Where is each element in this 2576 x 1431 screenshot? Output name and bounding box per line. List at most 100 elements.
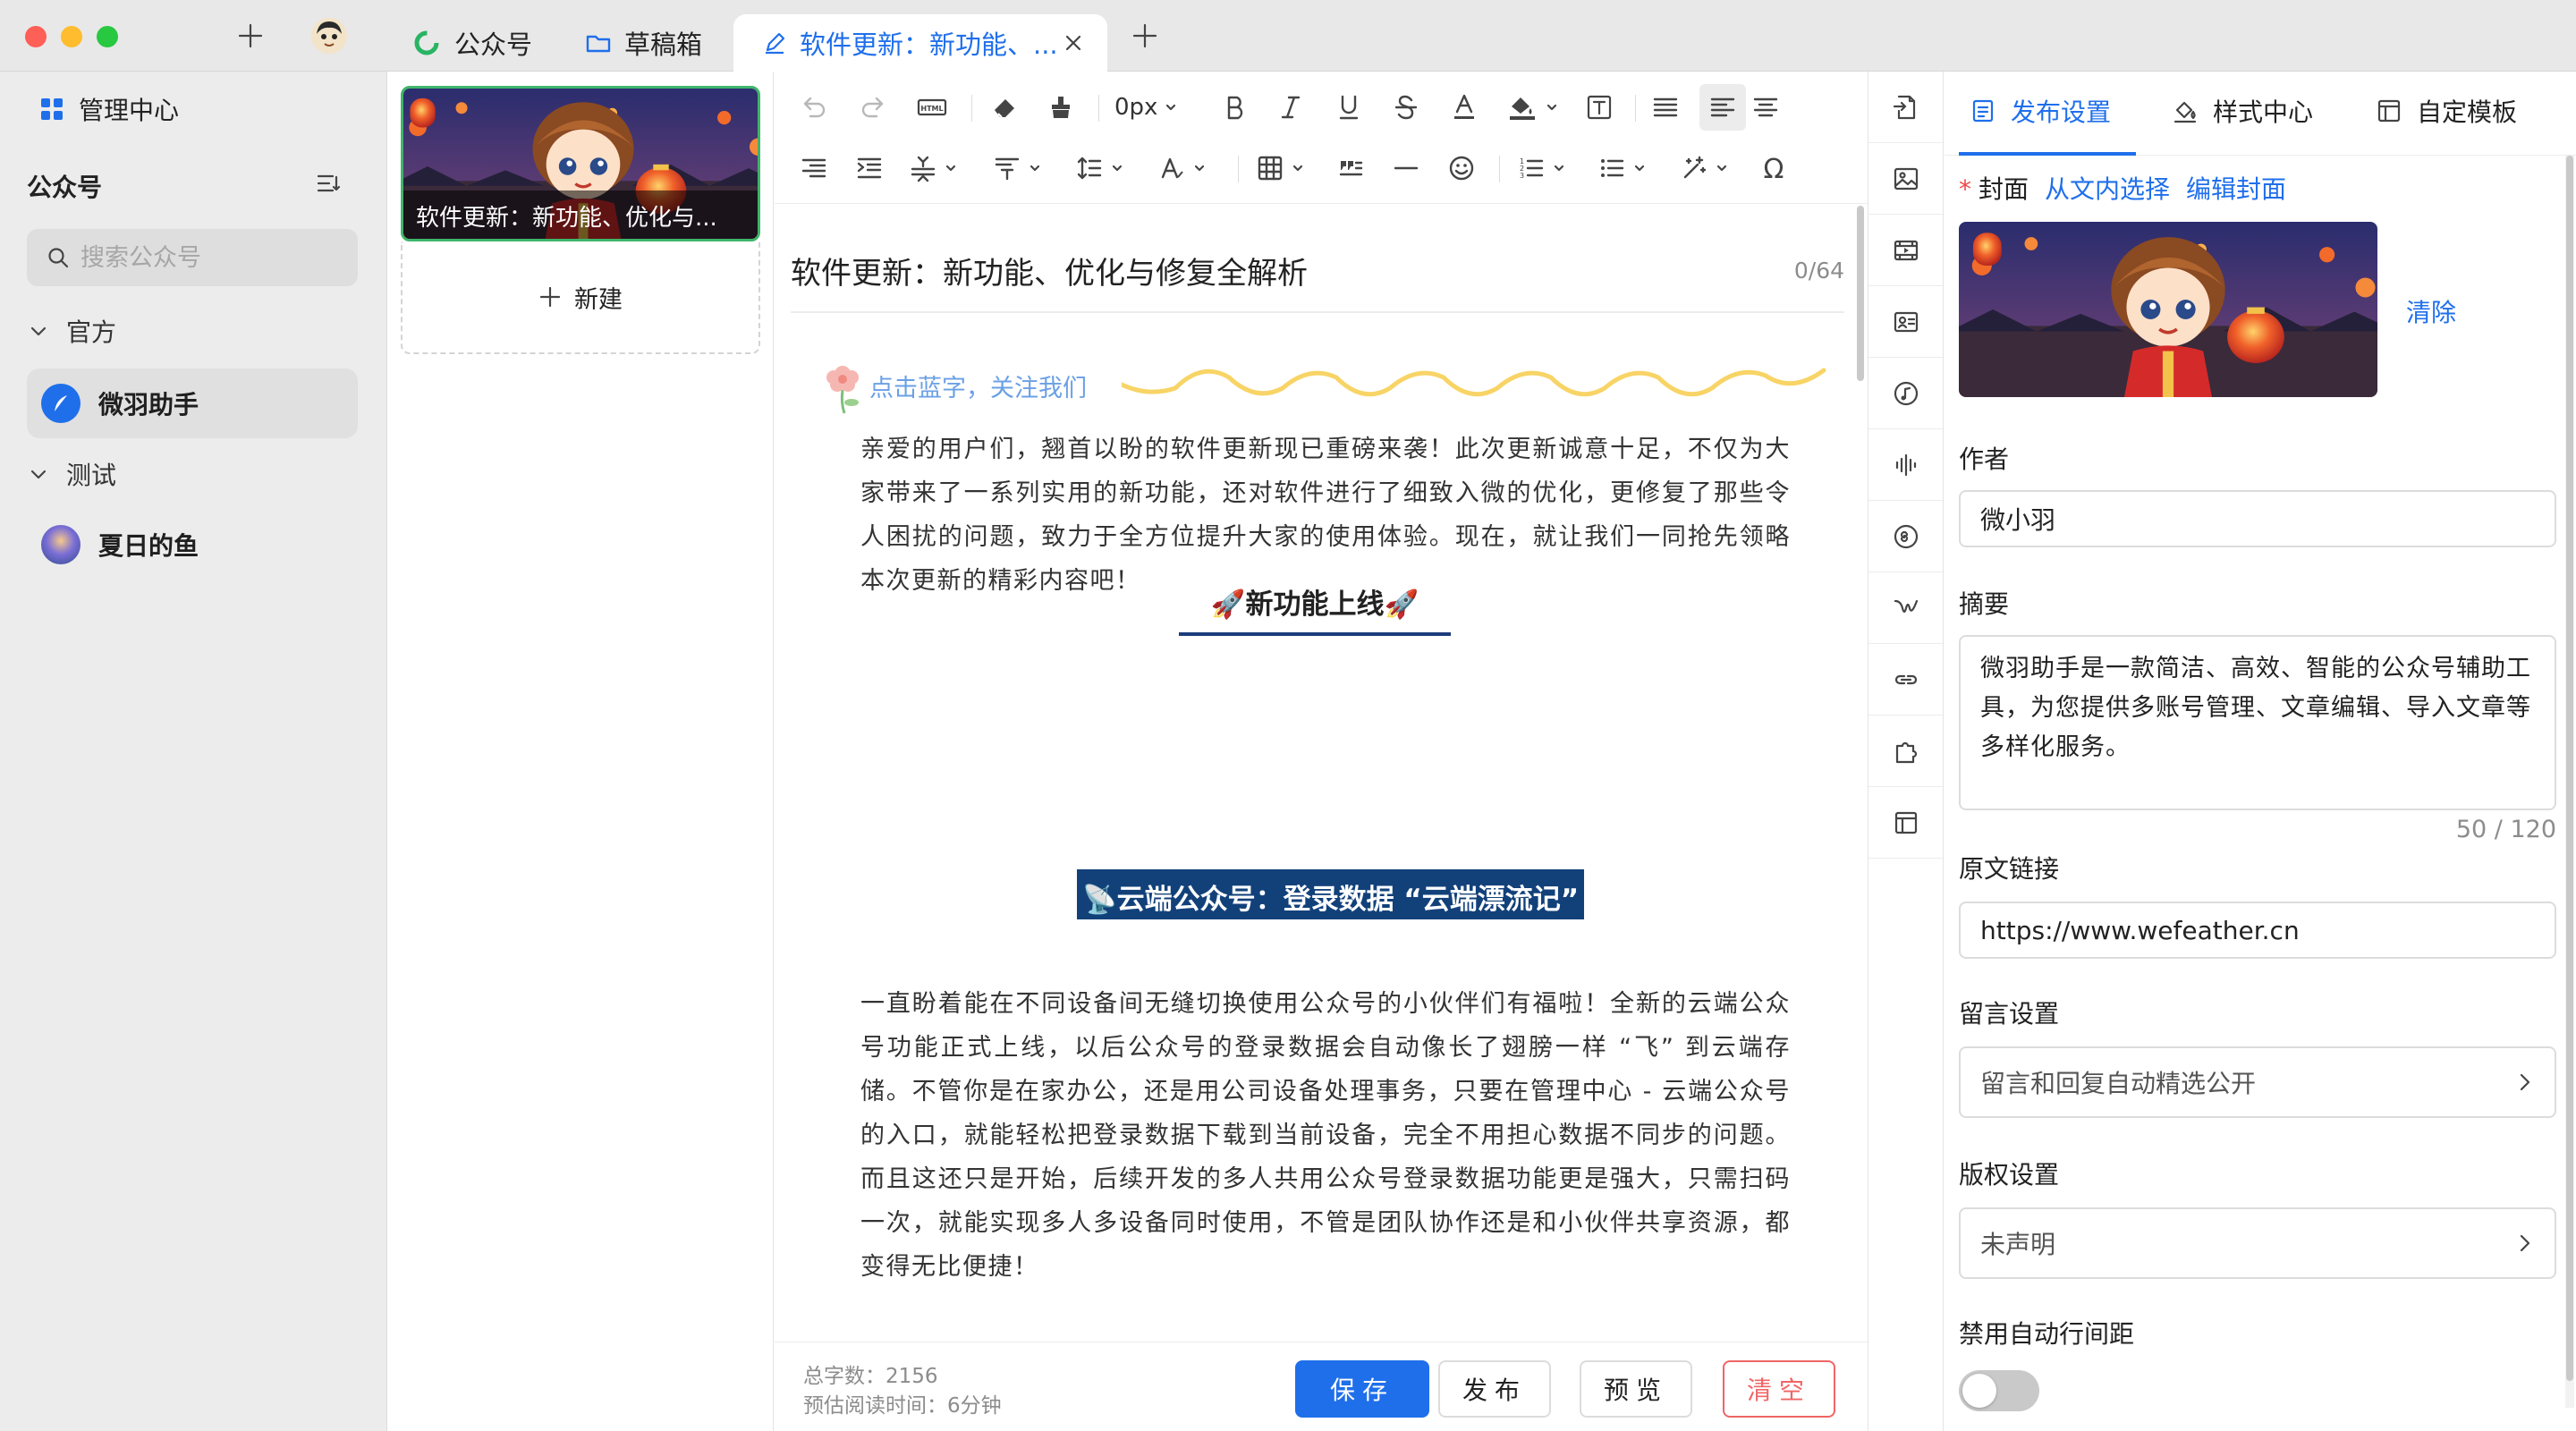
group-official[interactable]: 官方: [29, 313, 116, 349]
follow-text: 点击蓝字，关注我们: [869, 375, 1087, 402]
disable-line-height-toggle[interactable]: [1959, 1370, 2039, 1411]
publish-button[interactable]: 发布: [1438, 1360, 1551, 1418]
intro-paragraph: 亲爱的用户们，翘首以盼的软件更新现已重磅来袭！此次更新诚意十足，不仅为大家带来了…: [860, 436, 1791, 595]
window-maximize-button[interactable]: [97, 26, 118, 47]
wechat-icon: [411, 28, 442, 58]
font-color-icon[interactable]: [1451, 89, 1478, 125]
card-icon[interactable]: [1868, 286, 1943, 358]
account-name: 夏日的鱼: [98, 531, 199, 561]
sub-heading: 📡云端公众号：登录数据 “云端漂流记”: [1077, 869, 1585, 919]
line-height-icon[interactable]: [1075, 150, 1123, 186]
source-url-input[interactable]: [1959, 902, 2556, 959]
select-from-text-link[interactable]: 从文内选择: [2045, 174, 2170, 204]
redo-icon[interactable]: [859, 89, 887, 125]
align-center-icon[interactable]: [1751, 89, 1780, 125]
preview-button[interactable]: 预览: [1580, 1360, 1692, 1418]
image-icon[interactable]: [1868, 143, 1943, 215]
author-input[interactable]: [1959, 490, 2556, 547]
account-item[interactable]: 微羽助手: [27, 368, 358, 438]
tab-gzh[interactable]: 公众号: [411, 14, 532, 72]
follow-banner: 点击蓝字，关注我们: [818, 349, 1828, 420]
chevron-down-icon: [29, 464, 48, 484]
tab-label: 自定模板: [2417, 97, 2518, 127]
source-url-label: 原文链接: [1959, 854, 2060, 884]
highlight-icon[interactable]: [1506, 89, 1558, 125]
special-char-icon[interactable]: Ω: [1758, 150, 1789, 186]
account-avatar: [41, 525, 80, 564]
unordered-list-icon[interactable]: [1597, 150, 1646, 186]
settings-panel: 发布设置 样式中心 自定模板 *封面从文内选择编辑封面 清除 作者 摘要 微羽助…: [1945, 72, 2576, 1431]
underline-icon[interactable]: [1335, 89, 1363, 125]
bold-icon[interactable]: [1222, 89, 1249, 125]
letter-spacing-icon[interactable]: [909, 150, 957, 186]
tab-article-editor[interactable]: 软件更新：新功能、...: [733, 14, 1107, 72]
strikethrough-icon[interactable]: [1392, 89, 1420, 125]
new-tab-icon[interactable]: [1129, 20, 1161, 52]
new-article-button[interactable]: 新建: [401, 241, 760, 354]
window-minimize-button[interactable]: [61, 26, 82, 47]
article-card[interactable]: 软件更新：新功能、优化与...: [401, 86, 760, 241]
wave-decoration-icon: [1122, 358, 1828, 411]
article-title-input[interactable]: [791, 241, 1685, 299]
search-input[interactable]: [80, 243, 349, 272]
insert-icon-column: [1868, 72, 1944, 1431]
import-icon[interactable]: [1868, 72, 1943, 143]
save-button[interactable]: 保存: [1295, 1360, 1429, 1418]
tab-custom-template[interactable]: 自定模板: [2376, 93, 2517, 129]
close-icon[interactable]: [1061, 30, 1086, 55]
account-item[interactable]: 夏日的鱼: [27, 510, 358, 580]
sort-icon[interactable]: [315, 170, 342, 197]
article-content[interactable]: 点击蓝字，关注我们 亲爱的用户们，翘首以盼的软件更新现已重磅来袭！此次更新诚意十…: [818, 349, 1828, 1404]
undo-icon[interactable]: [800, 89, 828, 125]
horizontal-rule-icon[interactable]: [1392, 150, 1420, 186]
template-icon[interactable]: [1868, 787, 1943, 859]
cover-image[interactable]: [1959, 222, 2377, 397]
weapp-icon[interactable]: [1868, 572, 1943, 644]
clear-button[interactable]: 清空: [1723, 1360, 1835, 1418]
clear-cover-link[interactable]: 清除: [2406, 293, 2456, 329]
comment-settings-select[interactable]: 留言和回复自动精选公开: [1959, 1046, 2556, 1118]
textbox-icon[interactable]: [1585, 89, 1614, 125]
audio-icon[interactable]: [1868, 429, 1943, 501]
indent-icon[interactable]: [855, 150, 884, 186]
magic-icon[interactable]: [1680, 150, 1728, 186]
quote-icon[interactable]: [1336, 150, 1365, 186]
font-size-dropdown[interactable]: 0px: [1114, 89, 1177, 125]
eraser-icon[interactable]: [989, 89, 1020, 125]
emoji-icon[interactable]: [1447, 150, 1476, 186]
user-avatar[interactable]: [311, 18, 347, 54]
search-box[interactable]: [27, 229, 358, 286]
copyright-select[interactable]: 未声明: [1959, 1207, 2556, 1279]
font-size-adjust-icon[interactable]: [1157, 150, 1206, 186]
group-test[interactable]: 测试: [29, 456, 116, 492]
ordered-list-icon[interactable]: 123: [1517, 150, 1565, 186]
paragraph-spacing-icon[interactable]: [993, 150, 1041, 186]
window-close-button[interactable]: [25, 26, 47, 47]
table-icon[interactable]: [1256, 150, 1304, 186]
plugin-icon[interactable]: [1868, 716, 1943, 787]
format-brush-icon[interactable]: [1046, 89, 1075, 125]
video-icon[interactable]: [1868, 215, 1943, 286]
link-icon[interactable]: [1868, 644, 1943, 716]
html-icon[interactable]: HTML: [916, 89, 948, 125]
tab-drafts[interactable]: 草稿箱: [585, 14, 702, 72]
summary-textarea[interactable]: 微羽助手是一款简洁、高效、智能的公众号辅助工具，为您提供多账号管理、文章编辑、导…: [1959, 635, 2556, 810]
align-left-icon[interactable]: [1699, 84, 1746, 131]
admin-center-link[interactable]: 管理中心: [39, 91, 179, 127]
edit-cover-link[interactable]: 编辑封面: [2186, 174, 2286, 204]
tab-style-center[interactable]: 样式中心: [2172, 93, 2313, 129]
article-card-title: 软件更新：新功能、优化与...: [403, 191, 758, 239]
align-right-icon[interactable]: [800, 150, 828, 186]
admin-label: 管理中心: [79, 96, 180, 125]
music-icon[interactable]: [1868, 358, 1943, 429]
add-icon[interactable]: [234, 20, 267, 52]
align-justify-icon[interactable]: [1651, 89, 1680, 125]
mini-program-icon[interactable]: [1868, 501, 1943, 572]
italic-icon[interactable]: [1277, 89, 1304, 125]
panel-scrollbar[interactable]: [2565, 156, 2574, 1408]
comment-settings-value: 留言和回复自动精选公开: [1980, 1069, 2257, 1098]
editor-scrollbar[interactable]: [1857, 206, 1864, 381]
tab-publish-settings[interactable]: 发布设置: [1970, 93, 2111, 129]
word-count: 总字数：2156: [803, 1365, 938, 1388]
paint-bucket-icon: [2172, 97, 2213, 124]
